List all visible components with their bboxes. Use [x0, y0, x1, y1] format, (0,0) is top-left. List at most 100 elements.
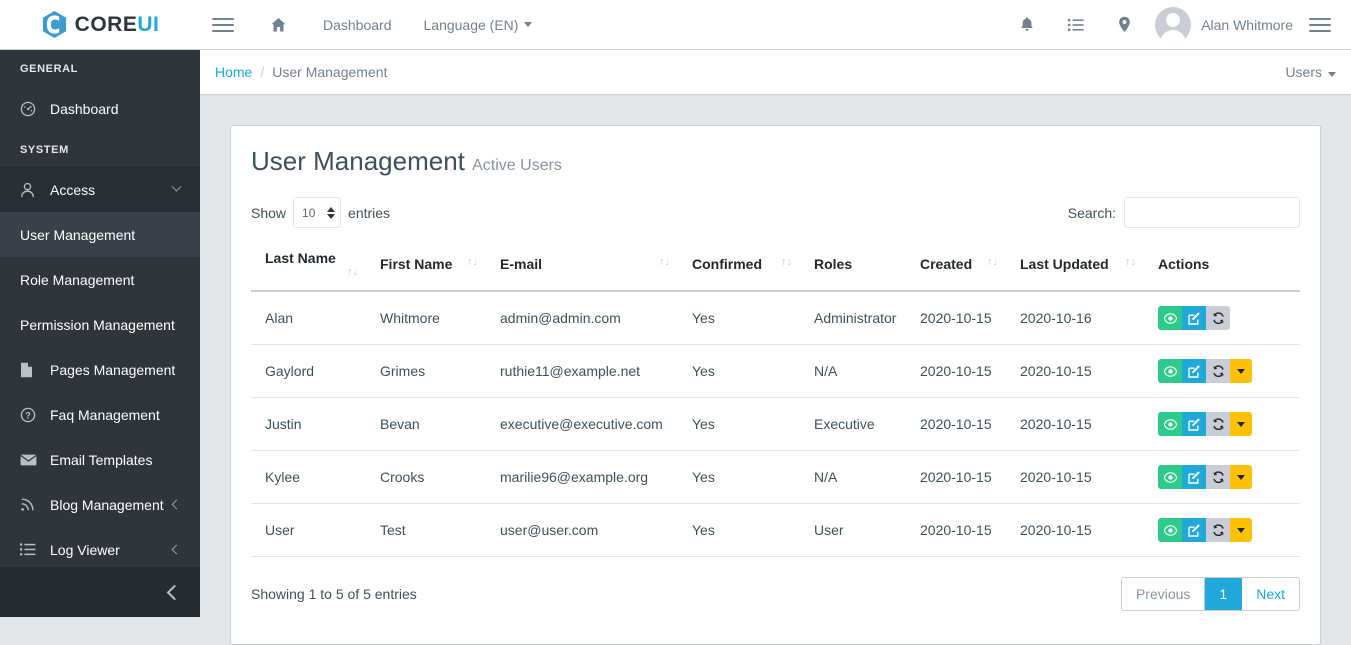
sidebar-item-email-templates-label: Email Templates — [50, 451, 153, 468]
edit-button[interactable] — [1182, 306, 1206, 330]
edit-button[interactable] — [1182, 465, 1206, 489]
pagination-next[interactable]: Next — [1242, 578, 1299, 610]
breadcrumb-current: User Management — [272, 64, 388, 80]
view-button[interactable] — [1158, 518, 1182, 542]
sidebar-item-user-management[interactable]: User Management — [0, 212, 200, 257]
sidebar-item-blog-management[interactable]: Blog Management — [0, 482, 200, 527]
sort-icon-first-name: ↑↓ — [467, 256, 478, 268]
users-table: Last Name ↑↓ First Name ↑↓ E-mail ↑↓ Confir… — [251, 238, 1300, 557]
sidebar-item-email-templates[interactable]: Email Templates — [0, 437, 200, 482]
user-name-label[interactable]: Alan Whitmore — [1191, 17, 1303, 33]
page-length-select[interactable]: 10 — [293, 197, 342, 228]
pencil-square-icon — [1187, 364, 1201, 378]
cell-roles: User — [800, 503, 906, 557]
more-actions-button[interactable] — [1230, 518, 1252, 542]
view-button[interactable] — [1158, 359, 1182, 383]
cell-email: user@user.com — [486, 503, 678, 557]
column-header-first-name[interactable]: First Name ↑↓ — [366, 238, 486, 292]
tasks-button[interactable] — [1051, 0, 1100, 49]
view-button[interactable] — [1158, 465, 1182, 489]
table-row: Alan Whitmore admin@admin.com Yes Administra… — [251, 291, 1300, 345]
sidebar-item-user-management-label: User Management — [20, 226, 136, 243]
svg-text:?: ? — [25, 410, 31, 420]
restore-button[interactable] — [1206, 465, 1230, 489]
refresh-icon — [1212, 365, 1225, 377]
edit-button[interactable] — [1182, 359, 1206, 383]
sidebar-toggle-button[interactable] — [200, 14, 246, 36]
column-header-confirmed[interactable]: Confirmed ↑↓ — [678, 238, 800, 292]
avatar[interactable] — [1155, 6, 1192, 43]
hamburger-icon — [212, 14, 234, 36]
sort-icon-confirmed: ↑↓ — [781, 256, 792, 268]
sidebar-item-access[interactable]: Access — [0, 167, 200, 212]
avatar-body — [1160, 29, 1187, 43]
refresh-icon — [1212, 524, 1225, 536]
caret-down-icon — [1237, 527, 1245, 533]
caret-down-icon-breadcrumb — [1328, 72, 1336, 77]
restore-button[interactable] — [1206, 412, 1230, 436]
sidebar-minimizer-button[interactable] — [0, 567, 200, 617]
sidebar-item-log-viewer[interactable]: Log Viewer — [0, 527, 200, 572]
more-actions-button[interactable] — [1230, 412, 1252, 436]
restore-button[interactable] — [1206, 306, 1230, 330]
brand-text: COREUI — [75, 13, 160, 37]
brand-logo-area[interactable]: COREUI — [0, 0, 200, 49]
cell-last-name: Gaylord — [251, 344, 366, 398]
aside-toggle-button[interactable] — [1303, 14, 1337, 36]
cell-created: 2020-10-15 — [906, 344, 1006, 398]
column-header-created[interactable]: Created ↑↓ — [906, 238, 1006, 292]
sidebar-item-access-label: Access — [50, 181, 96, 198]
file-icon — [20, 362, 50, 378]
table-row: Justin Bevan executive@executive.com Yes Exe… — [251, 397, 1300, 451]
more-actions-button[interactable] — [1230, 465, 1252, 489]
search-input[interactable] — [1124, 197, 1300, 228]
edit-button[interactable] — [1182, 518, 1206, 542]
sort-icon-email: ↑↓ — [659, 256, 670, 268]
column-header-email[interactable]: E-mail ↑↓ — [486, 238, 678, 292]
header-nav: Dashboard Language (EN) — [250, 0, 548, 49]
sidebar-item-dashboard[interactable]: Dashboard — [0, 86, 200, 131]
column-header-last-name[interactable]: Last Name ↑↓ — [251, 238, 366, 292]
cell-created: 2020-10-15 — [906, 397, 1006, 451]
breadcrumb-users-label: Users — [1285, 64, 1322, 80]
sidebar-item-permission-management[interactable]: Permission Management — [0, 302, 200, 347]
edit-button[interactable] — [1182, 412, 1206, 436]
column-header-last-updated[interactable]: Last Updated ↑↓ — [1006, 238, 1144, 292]
page-title-subtitle: Active Users — [472, 157, 562, 174]
notifications-button[interactable] — [1002, 0, 1051, 49]
sort-icon-last-name: ↑↓ — [347, 266, 358, 278]
breadcrumb-home[interactable]: Home — [215, 64, 252, 80]
chevron-left-icon-log — [171, 544, 182, 555]
restore-button[interactable] — [1206, 359, 1230, 383]
restore-button[interactable] — [1206, 518, 1230, 542]
sidebar-item-faq-management[interactable]: ? Faq Management — [0, 392, 200, 437]
pagination-page-1[interactable]: 1 — [1205, 578, 1243, 610]
nav-dashboard-link[interactable]: Dashboard — [307, 0, 408, 49]
cell-confirmed: Yes — [678, 344, 800, 398]
view-button[interactable] — [1158, 412, 1182, 436]
view-button[interactable] — [1158, 306, 1182, 330]
pencil-square-icon — [1187, 417, 1201, 431]
caret-down-icon — [1237, 421, 1245, 427]
table-row: Kylee Crooks marilie96@example.org Yes N/A 20… — [251, 450, 1300, 504]
brand-core: CORE — [74, 12, 138, 36]
location-button[interactable] — [1100, 0, 1149, 49]
pagination-previous[interactable]: Previous — [1121, 578, 1206, 610]
column-header-roles[interactable]: Roles — [800, 238, 906, 292]
page-length-value: 10 — [302, 205, 316, 220]
sidebar-item-role-management[interactable]: Role Management — [0, 257, 200, 302]
column-label-email: E-mail — [500, 256, 543, 272]
list-icon — [20, 543, 50, 556]
cell-confirmed: Yes — [678, 291, 800, 345]
nav-home-link[interactable] — [250, 0, 307, 49]
task-list-icon — [1067, 18, 1084, 31]
sidebar-item-pages-management[interactable]: Pages Management — [0, 347, 200, 392]
refresh-icon — [1212, 471, 1225, 483]
nav-language-dropdown[interactable]: Language (EN) — [408, 0, 549, 49]
breadcrumb-users-dropdown[interactable]: Users — [1285, 64, 1336, 80]
pencil-square-icon — [1187, 470, 1201, 484]
top-header: COREUI Dashboard Language (EN) Alan Whit… — [0, 0, 1351, 50]
bell-icon — [1020, 17, 1033, 31]
cell-first-name: Grimes — [366, 344, 486, 398]
more-actions-button[interactable] — [1230, 359, 1252, 383]
